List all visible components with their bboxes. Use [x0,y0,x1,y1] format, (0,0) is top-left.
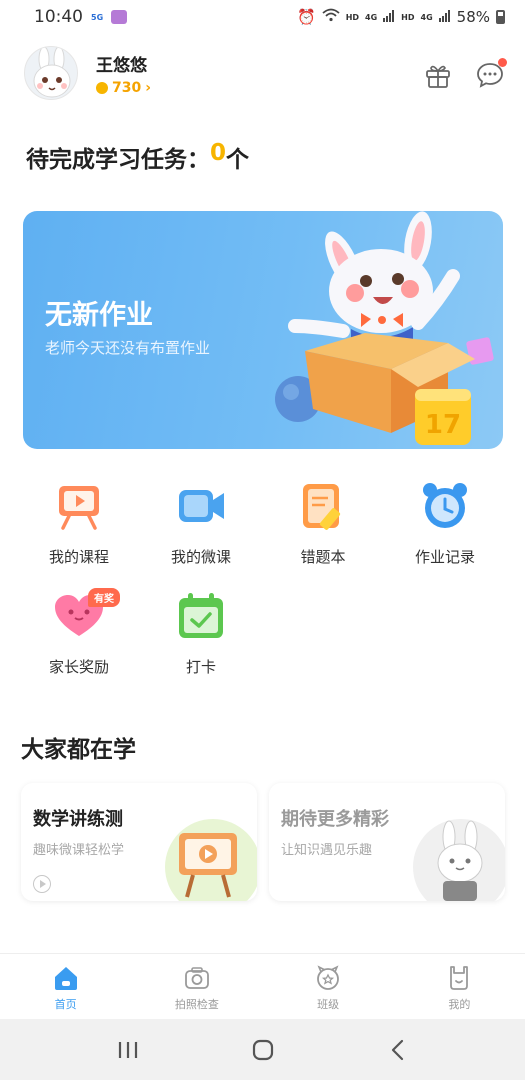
feature-grid: 我的课程 我的微课 错题本 作业记录 有奖 家长奖励 打卡 [18,480,508,700]
alarm-icon: ⏰ [297,8,316,26]
grid-label: 错题本 [300,548,346,566]
home-icon [54,967,77,990]
header-actions [423,58,507,90]
easel-illustration [165,819,257,901]
grid-label: 我的课程 [48,548,109,566]
nav-label: 我的 [448,998,471,1011]
pending-unit: 个 [226,147,250,173]
recommend-cards: 数学讲练测 趣味微课轻松学 期待更多精彩 让知识遇见乐趣 [21,783,505,901]
card-subtitle: 趣味微课轻松学 [33,843,125,858]
course-easel-icon [53,480,105,532]
avatar[interactable] [24,46,78,100]
alarm-clock-icon [419,480,471,532]
nav-class[interactable]: 班级 [263,954,394,1019]
system-nav-bar [0,1019,525,1080]
grid-label: 家长奖励 [48,658,109,676]
notebook-pencil-icon [297,480,349,532]
nav-mine[interactable]: 我的 [394,954,525,1019]
card-subtitle: 让知识遇见乐趣 [281,843,373,858]
signal-icon-2 [438,8,451,26]
pending-tasks: 待完成学习任务： 0 个 [26,140,249,174]
parent-reward-item[interactable]: 有奖 家长奖励 [18,588,140,700]
5g-tag: 5G [91,12,104,22]
card-title: 期待更多精彩 [281,809,389,830]
status-bar: 10:40 5G ⏰ HD 4G HD 4G 58% [0,0,525,34]
grid-label: 打卡 [185,658,216,676]
play-circle-icon[interactable] [33,875,51,893]
user-name: 王悠悠 [96,55,147,76]
pending-label: 待完成学习任务： [26,147,210,173]
video-camera-icon [175,480,227,532]
card-title: 数学讲练测 [33,809,123,830]
grid-label: 作业记录 [414,548,475,566]
mistake-book-item[interactable]: 错题本 [262,480,384,590]
back-button[interactable] [378,1030,418,1070]
coming-soon-card[interactable]: 期待更多精彩 让知识遇见乐趣 [269,783,505,901]
block-number: 17 [425,410,461,440]
my-microlessons-item[interactable]: 我的微课 [140,480,262,590]
wifi-icon [322,8,340,26]
back-chevron-icon [391,1039,403,1060]
homework-record-item[interactable]: 作业记录 [384,480,506,590]
bunny-illustration [413,819,505,901]
homework-banner[interactable]: 无新作业 老师今天还没有布置作业 17 [23,211,503,449]
calendar-check-icon [175,590,227,642]
unread-dot [498,58,507,67]
my-courses-item[interactable]: 我的课程 [18,480,140,590]
class-icon [317,965,340,990]
4g-tag-1: 4G [365,12,378,22]
profile-icon [450,966,469,990]
battery-icon [496,10,505,24]
section-title: 大家都在学 [21,737,136,763]
coin-icon [96,81,108,94]
recent-apps-icon [118,1041,137,1058]
bottom-nav: 首页 拍照检查 班级 我的 [0,953,525,1019]
nav-photo-check[interactable]: 拍照检查 [131,954,262,1019]
profile-header[interactable]: 王悠悠 730 › [24,46,151,100]
app-notification-icon [111,10,128,24]
nav-home[interactable]: 首页 [0,954,131,1019]
hd-tag-2: HD [401,12,415,22]
coin-count: 730 [112,79,142,96]
math-course-card[interactable]: 数学讲练测 趣味微课轻松学 [21,783,257,901]
home-button[interactable] [243,1030,283,1070]
home-circle-icon [252,1039,273,1060]
hd-tag-1: HD [345,12,360,22]
signal-icon [383,8,395,26]
recent-apps-button[interactable] [108,1030,148,1070]
coin-balance[interactable]: 730 › [96,80,151,96]
status-time: 10:40 [34,7,83,27]
nav-label: 拍照检查 [174,998,219,1011]
grid-label: 我的微课 [170,548,231,566]
checkin-item[interactable]: 打卡 [140,590,262,700]
banner-subtitle: 老师今天还没有布置作业 [45,339,211,357]
battery-percent: 58% [456,8,490,26]
nav-label: 班级 [317,998,340,1011]
camera-icon [184,967,209,989]
4g-tag-2: 4G [420,12,433,22]
bunny-box-illustration: 17 [275,211,494,445]
banner-title: 无新作业 [45,300,153,331]
pending-count: 0 [210,140,227,166]
award-badge: 有奖 [88,588,120,607]
message-icon[interactable] [475,58,507,90]
chevron-right-icon: › [145,79,152,96]
gift-icon[interactable] [423,60,453,90]
nav-label: 首页 [54,998,77,1011]
